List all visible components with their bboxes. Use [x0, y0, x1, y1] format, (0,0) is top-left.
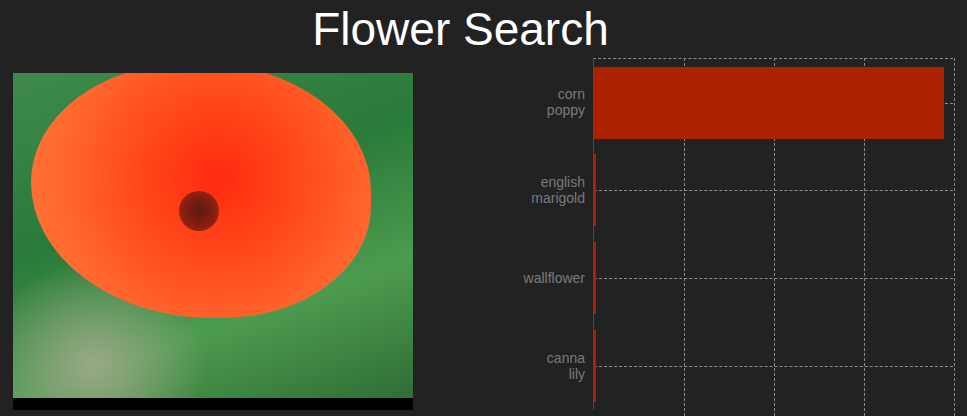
plot-cell — [593, 58, 953, 146]
page-title: Flower Search — [312, 4, 609, 55]
chart-row: canna lily — [413, 322, 953, 410]
label-cell: wallflower — [413, 234, 593, 322]
grid-line — [594, 366, 953, 367]
photo-strip — [13, 398, 413, 410]
content: corn poppy english marigold wallflower c… — [0, 58, 967, 416]
flower-photo — [13, 73, 413, 398]
header: Flower Search — [0, 0, 967, 58]
bar — [594, 67, 944, 139]
bar — [594, 330, 596, 402]
chart-row: wallflower — [413, 234, 953, 322]
plot-cell — [593, 322, 953, 410]
flower-center — [179, 191, 219, 231]
label-cell: corn poppy — [413, 58, 593, 146]
label-cell: english marigold — [413, 146, 593, 234]
prediction-chart: corn poppy english marigold wallflower c… — [413, 58, 953, 416]
grid-line — [594, 278, 953, 279]
plot-cell — [593, 234, 953, 322]
category-label: canna lily — [547, 350, 585, 382]
bar — [594, 242, 596, 314]
chart-row: english marigold — [413, 146, 953, 234]
label-cell: canna lily — [413, 322, 593, 410]
plot-cell — [593, 146, 953, 234]
category-label: english marigold — [531, 174, 585, 206]
page: Flower Search corn poppy english marigol… — [0, 0, 967, 416]
category-label: wallflower — [524, 270, 585, 286]
grid-line — [594, 190, 953, 191]
chart-row: corn poppy — [413, 58, 953, 146]
photo-column — [0, 58, 413, 416]
bar — [594, 154, 596, 226]
category-label: corn poppy — [547, 86, 585, 118]
